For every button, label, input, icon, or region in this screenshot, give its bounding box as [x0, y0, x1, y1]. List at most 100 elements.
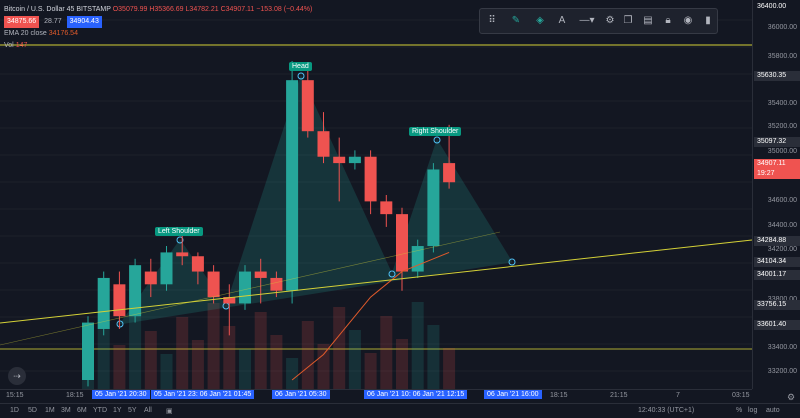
price-axis[interactable]: 36000.00 35800.00 35400.00 35200.00 3500…: [752, 0, 800, 389]
pencil-icon[interactable]: ✎: [508, 13, 524, 29]
candle-body: [239, 271, 251, 304]
candle-body: [364, 156, 377, 202]
time-label-selected: 05 Jan '21 20:30: [92, 390, 150, 399]
clone-icon[interactable]: ❐: [620, 13, 636, 29]
volume-bar: [333, 307, 346, 389]
candle-body: [317, 131, 330, 157]
gear-icon[interactable]: ⚙: [602, 13, 618, 29]
time-axis[interactable]: 15:15 18:15 05 Jan '21 20:30 05 Jan '21 …: [0, 389, 752, 404]
candle-body: [160, 252, 173, 285]
symbol-name[interactable]: Bitcoin / U.S. Dollar: [4, 6, 65, 13]
candle-body: [176, 252, 189, 257]
high-value: H35366.69: [149, 6, 184, 13]
template-icon[interactable]: ▤: [640, 13, 656, 29]
right-shoulder-label[interactable]: Right Shoulder: [409, 127, 462, 136]
drag-handle-icon[interactable]: ⠿: [484, 13, 500, 29]
candle-body: [254, 271, 267, 278]
date-range-icon[interactable]: ▣: [166, 407, 173, 415]
exchange: BITSTAMP: [76, 6, 111, 13]
price-tag: 35097.32: [754, 137, 800, 147]
price-tick: 35800.00: [767, 53, 797, 60]
last-price-tag: 34907.11: [754, 159, 800, 169]
ema-label[interactable]: EMA 20 close: [4, 30, 47, 37]
candle-body: [348, 156, 361, 164]
left-shoulder-label[interactable]: Left Shoulder: [155, 227, 203, 236]
time-label-selected: 06 Jan '21 05:30: [272, 390, 330, 399]
price-tag: 34001.17: [754, 270, 800, 280]
range-3m[interactable]: 3M: [61, 407, 71, 414]
volume-bar: [411, 302, 424, 389]
price-tick: 33400.00: [767, 344, 797, 351]
volume-bar: [301, 321, 314, 389]
bid-box[interactable]: 34875.66: [4, 16, 40, 28]
range-1y[interactable]: 1Y: [113, 407, 122, 414]
volume-bar: [113, 345, 126, 389]
range-1d[interactable]: 1D: [10, 407, 19, 414]
candle-body: [380, 201, 393, 215]
candle-body: [113, 284, 126, 317]
lock-icon[interactable]: 🔒︎: [660, 13, 676, 29]
fill-bucket-icon[interactable]: ◈: [532, 13, 548, 29]
candle-body: [333, 156, 346, 164]
volume-bar: [427, 325, 440, 389]
chart-area[interactable]: [0, 0, 752, 389]
visibility-icon[interactable]: ◉: [680, 13, 696, 29]
time-label: 03:15: [732, 392, 750, 399]
interval[interactable]: 45: [67, 6, 75, 13]
range-5d[interactable]: 5D: [28, 407, 37, 414]
volume-bar: [348, 330, 361, 389]
candle-body: [427, 169, 440, 247]
volume-label[interactable]: Vol: [4, 42, 14, 49]
volume-value: 147: [15, 42, 28, 49]
text-color-icon[interactable]: A: [554, 13, 570, 29]
scroll-to-realtime-icon[interactable]: ⇢: [8, 367, 26, 385]
candle-body: [191, 256, 204, 272]
head-label[interactable]: Head: [289, 62, 312, 71]
price-tag: 33756.15: [754, 300, 800, 310]
price-tick: 35200.00: [767, 123, 797, 130]
spread-value: 28.77: [44, 18, 62, 25]
bottom-toolbar: 1D 5D 1M 3M 6M YTD 1Y 5Y All ▣ 12:40:33 …: [0, 403, 800, 418]
time-label-selected: 06 Jan '21 16:00: [484, 390, 542, 399]
volume-bar: [254, 312, 267, 389]
price-tag: 36400.00: [757, 3, 787, 10]
volume-bar: [239, 349, 251, 389]
volume-bar: [380, 316, 393, 389]
volume-bar: [160, 354, 173, 389]
clock-readout[interactable]: 12:40:33 (UTC+1): [638, 407, 694, 414]
auto-toggle[interactable]: auto: [766, 407, 780, 414]
volume-bar: [144, 331, 157, 389]
time-label: 21:15: [610, 392, 628, 399]
price-tag: 33601.40: [754, 320, 800, 330]
range-all[interactable]: All: [144, 407, 152, 414]
volume-bar: [207, 303, 220, 389]
ema-value: 34176.54: [48, 30, 78, 37]
candle-body: [443, 163, 456, 183]
close-value: 34907.11: [225, 6, 255, 13]
range-1m[interactable]: 1M: [45, 407, 55, 414]
ask-box[interactable]: 34904.43: [66, 16, 102, 28]
volume-bar: [223, 326, 236, 389]
countdown-tag: 19:27: [754, 169, 800, 179]
candle-body: [82, 322, 94, 380]
price-tick: 35000.00: [767, 148, 797, 155]
range-5y[interactable]: 5Y: [128, 407, 137, 414]
log-toggle[interactable]: log: [748, 407, 757, 414]
volume-bar: [364, 353, 377, 389]
candle-body: [270, 277, 283, 291]
price-chart[interactable]: [0, 0, 752, 389]
range-6m[interactable]: 6M: [77, 407, 87, 414]
low-value: L34782.21: [185, 6, 219, 13]
trash-icon[interactable]: ▮: [700, 13, 716, 29]
volume-bar: [191, 340, 204, 389]
price-tag: 34104.34: [754, 257, 800, 267]
percent-toggle[interactable]: %: [736, 407, 742, 414]
time-label-selected: 05 Jan '21 23: 06 Jan '21 01:45: [151, 390, 255, 399]
range-ytd[interactable]: YTD: [93, 407, 107, 414]
volume-bar: [286, 358, 299, 389]
volume-bar: [443, 348, 456, 389]
price-tick: 34600.00: [767, 197, 797, 204]
line-style-icon[interactable]: —▾: [574, 13, 600, 29]
time-label: 7: [676, 392, 680, 399]
chart-settings-icon[interactable]: ⚙: [787, 392, 795, 403]
